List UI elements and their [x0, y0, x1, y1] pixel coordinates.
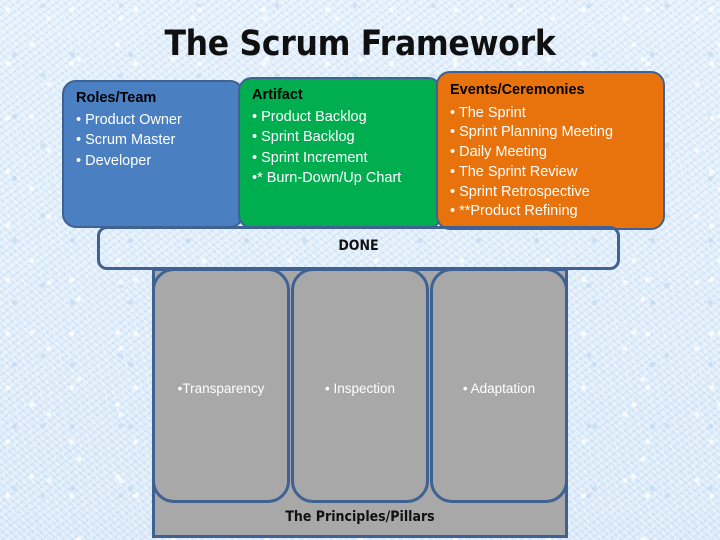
panel-artifact-item: • Sprint Backlog [252, 129, 355, 146]
panel-events-item: • The Sprint Review [450, 163, 578, 180]
pillar-label: • Adaptation [462, 380, 536, 396]
panel-artifact[interactable]: Artifact • Product Backlog • Sprint Back… [238, 77, 442, 229]
panel-artifact-item: • Product Backlog [252, 108, 367, 125]
panel-roles-heading: Roles/Team [76, 90, 157, 106]
panel-artifact-item: • Sprint Increment [252, 149, 368, 166]
pillar-transparency[interactable]: •Transparency [152, 268, 290, 503]
pillar-inspection[interactable]: • Inspection [291, 268, 429, 503]
panel-events-item: • **Product Refining [450, 203, 578, 220]
done-label: DONE [338, 238, 379, 254]
principles-pillars-label: The Principles/Pillars [285, 509, 435, 525]
panel-events-item: • Sprint Retrospective [450, 183, 590, 200]
panel-events-item: • The Sprint [450, 104, 526, 121]
panel-artifact-item: •* Burn-Down/Up Chart [252, 170, 402, 187]
pillar-label: •Transparency [177, 380, 265, 396]
page-title: The Scrum Framework [164, 24, 556, 64]
panel-events-item: • Daily Meeting [450, 144, 547, 161]
pillar-label: • Inspection [324, 380, 396, 396]
panel-events-item: • Sprint Planning Meeting [450, 124, 614, 141]
slide-canvas: The Scrum Framework Roles/Team • Product… [0, 0, 720, 540]
done-bar[interactable]: DONE [97, 226, 620, 270]
panel-artifact-heading: Artifact [252, 87, 303, 103]
panel-roles-item: • Developer [76, 152, 152, 169]
panel-events-heading: Events/Ceremonies [450, 82, 585, 98]
panel-roles-item: • Product Owner [76, 111, 182, 128]
panel-roles-item: • Scrum Master [76, 132, 176, 149]
pillar-adaptation[interactable]: • Adaptation [430, 268, 568, 503]
panel-events-ceremonies[interactable]: Events/Ceremonies • The Sprint • Sprint … [436, 71, 665, 230]
pillars-group: •Transparency • Inspection • Adaptation [152, 268, 568, 503]
panel-roles-team[interactable]: Roles/Team • Product Owner • Scrum Maste… [62, 80, 244, 228]
